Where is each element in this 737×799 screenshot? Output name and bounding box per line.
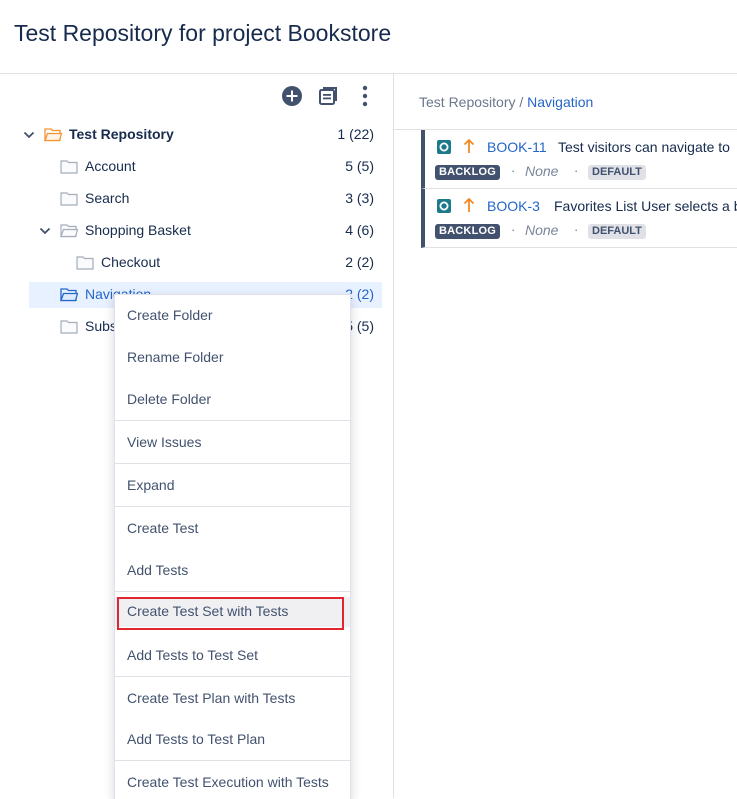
menu-item-label: Create Folder [127,307,213,323]
menu-item-view-issues[interactable]: View Issues [115,428,350,458]
folder-context-menu: Create Folder Rename Folder Delete Folde… [114,294,351,799]
tree-item-account[interactable]: Account 5 (5) [0,154,393,180]
menu-item-rename-folder[interactable]: Rename Folder [115,343,350,373]
menu-item-label: View Issues [127,434,202,450]
panel-divider [393,74,394,798]
breadcrumb-root[interactable]: Test Repository [419,94,515,110]
menu-item-add-tests-to-test-set[interactable]: Add Tests to Test Set [115,641,350,671]
menu-separator [115,463,350,464]
breadcrumb-separator: / [515,94,528,110]
status-badge: BACKLOG [435,165,501,180]
tree-item-count: 2 (2) [345,254,374,270]
tree-item-count: 5 (5) [345,158,374,174]
tree-item-label: Checkout [101,254,161,270]
priority-high-icon [463,198,475,212]
tree-item-test-repository[interactable]: Test Repository 1 (22) [0,122,393,148]
folder-icon [60,160,78,174]
menu-separator [115,676,350,677]
tree-item-count: 1 (22) [337,126,374,142]
menu-item-add-tests[interactable]: Add Tests [115,556,350,586]
plus-circle-icon [282,86,302,106]
empty-value-text: None [525,222,559,238]
menu-item-label: Create Test [127,520,199,536]
menu-item-create-test[interactable]: Create Test [115,514,350,544]
document-list-icon [319,87,337,105]
menu-item-label: Create Test Plan with Tests [127,690,296,706]
tree-item-label: Account [85,158,136,174]
menu-item-label: Rename Folder [127,349,224,365]
page-title: Test Repository for project Bookstore [14,20,392,46]
issue-summary: Favorites List User selects a b [554,198,737,214]
separator-dot: · [574,222,579,237]
test-issue-type-icon [437,199,451,213]
separator-dot: · [511,222,516,237]
menu-separator [115,506,350,507]
label-badge: DEFAULT [588,224,646,239]
tree-item-label: Shopping Basket [85,222,191,238]
test-issue-type-icon [437,140,451,154]
menu-separator [115,420,350,421]
folder-icon [60,320,78,334]
tree-item-count: 4 (6) [345,222,374,238]
label-badge: DEFAULT [588,165,646,180]
priority-high-icon [463,139,475,153]
menu-separator [115,760,350,761]
menu-item-add-tests-to-test-plan[interactable]: Add Tests to Test Plan [115,725,350,755]
menu-item-delete-folder[interactable]: Delete Folder [115,385,350,415]
tree-item-label: Subs [85,318,117,334]
menu-item-label: Create Test Set with Tests [127,603,289,619]
separator-dot: · [511,163,516,178]
menu-separator [115,591,350,592]
chevron-down-icon[interactable] [22,128,36,142]
issue-key-link[interactable]: BOOK-3 [487,198,540,214]
issue-card[interactable]: BOOK-11 Test visitors can navigate to BA… [421,130,737,189]
tree-item-label: Search [85,190,130,206]
tree-item-shopping-basket[interactable]: Shopping Basket 4 (6) [0,218,393,244]
folder-open-icon [60,224,78,238]
view-toggle-button[interactable] [316,84,340,108]
folder-open-icon [44,128,62,142]
add-folder-button[interactable] [280,84,304,108]
status-badge: BACKLOG [435,224,501,239]
menu-item-label: Add Tests to Test Plan [127,731,266,747]
chevron-down-icon[interactable] [38,224,52,238]
menu-item-create-test-plan-with-tests[interactable]: Create Test Plan with Tests [115,684,350,714]
menu-item-label: Create Test Execution with Tests [127,774,329,790]
issue-card[interactable]: BOOK-3 Favorites List User selects a b B… [421,189,737,248]
issue-key-link[interactable]: BOOK-11 [487,139,547,155]
separator-dot: · [574,163,579,178]
folder-icon [60,192,78,206]
tree-item-count: 3 (3) [345,190,374,206]
menu-item-create-test-execution-with-tests[interactable]: Create Test Execution with Tests [115,768,350,798]
issue-summary: Test visitors can navigate to [558,139,730,155]
menu-item-label: Add Tests [127,562,189,578]
menu-item-label: Delete Folder [127,391,212,407]
tree-item-search[interactable]: Search 3 (3) [0,186,393,212]
tree-item-checkout[interactable]: Checkout 2 (2) [0,250,393,276]
empty-value-text: None [525,163,559,179]
menu-item-create-folder[interactable]: Create Folder [115,301,350,331]
menu-item-create-test-set-with-tests[interactable]: Create Test Set with Tests [115,597,350,630]
folder-icon [76,256,94,270]
menu-item-expand[interactable]: Expand [115,471,350,501]
menu-item-label: Add Tests to Test Set [127,647,259,663]
folder-open-icon [60,288,78,302]
breadcrumb: Test Repository / Navigation [419,94,593,110]
tree-item-label: Test Repository [69,126,174,142]
vertical-ellipsis-icon [362,85,368,107]
breadcrumb-current[interactable]: Navigation [527,94,593,110]
menu-item-label: Expand [127,477,175,493]
more-options-button[interactable] [353,84,377,108]
